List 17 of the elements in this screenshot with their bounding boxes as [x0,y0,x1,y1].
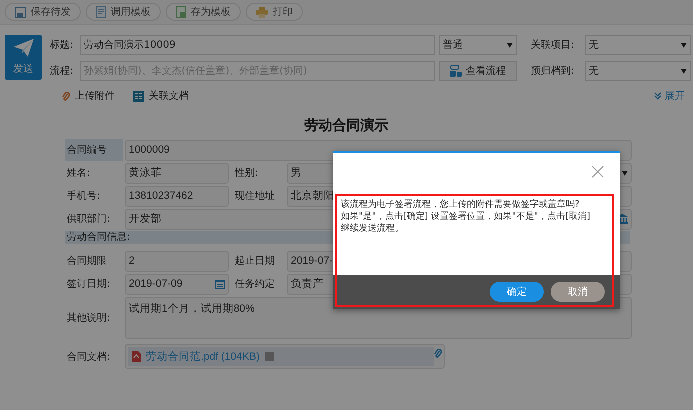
field-label: 起止日期 [234,254,276,269]
field-label: 签订日期: [66,278,112,292]
field-label: 标题: [50,38,74,52]
field-label: 任务约定 [234,278,276,292]
field-label: 合同文档: [66,350,112,364]
field-label: 性别: [234,166,260,181]
field-label: 姓名: [66,167,92,181]
field-label: 合同期限 [66,254,108,269]
field-label: 手机号: [66,190,102,204]
field-label: 合同编号 [65,139,123,161]
field-label: 关联项目: [530,38,576,52]
field-label: 供职部门: [66,212,112,227]
field-label: 现住地址 [234,190,276,204]
form-title: 劳动合同演示 [304,117,390,135]
field-label: 预归档到: [530,64,576,78]
field-label: 流程: [50,64,74,78]
field-label: 其他说明: [66,312,112,326]
